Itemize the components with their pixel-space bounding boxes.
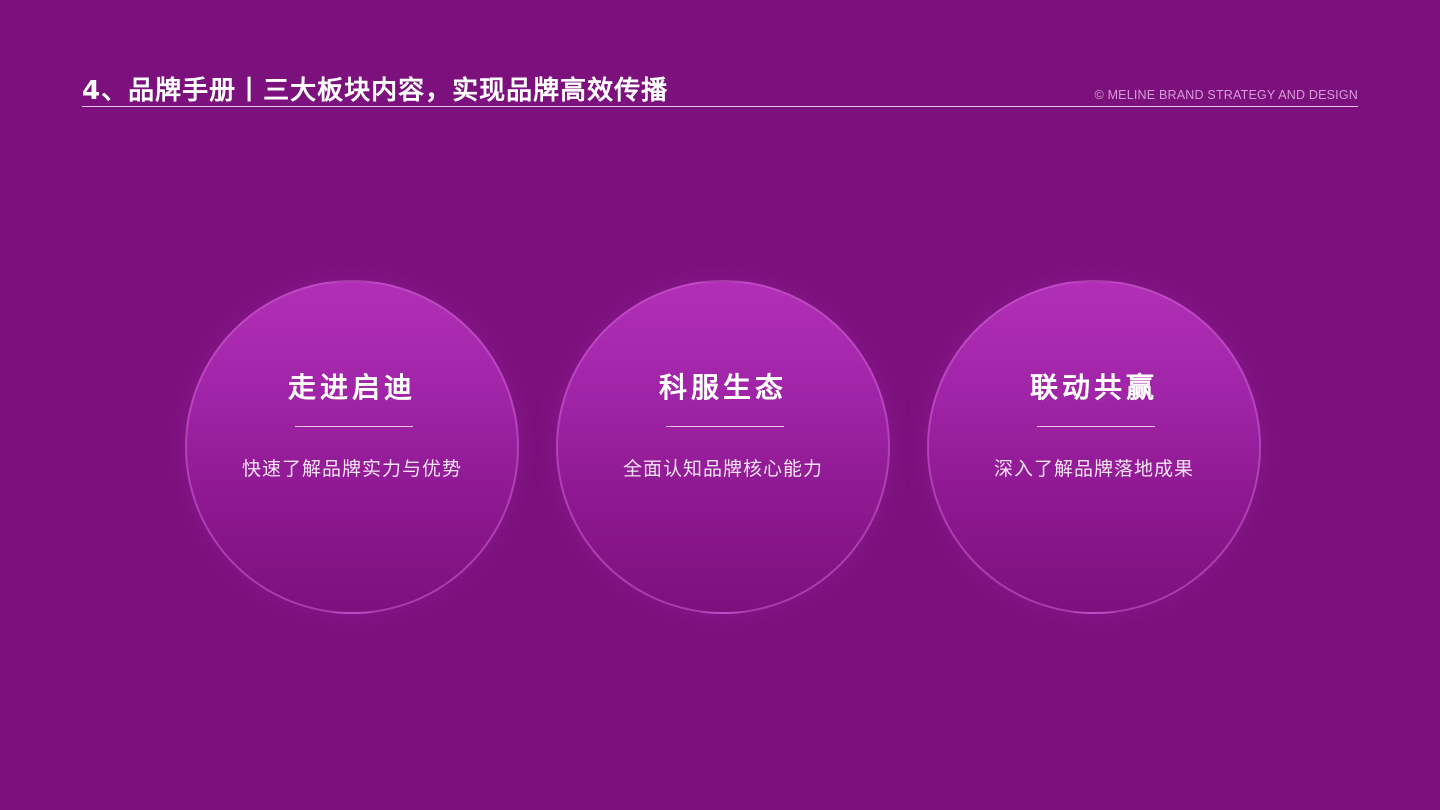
card-description: 全面认知品牌核心能力 (622, 458, 823, 480)
section-card-1: 走进启迪 快速了解品牌实力与优势 (185, 280, 519, 614)
card-title: 科服生态 (658, 371, 787, 404)
card-title: 联动共赢 (1029, 371, 1158, 404)
card-description: 深入了解品牌落地成果 (993, 458, 1194, 480)
section-card-3: 联动共赢 深入了解品牌落地成果 (927, 280, 1261, 614)
header: 4、品牌手册丨三大板块内容，实现品牌高效传播 © MELINE BRAND ST… (82, 68, 1358, 108)
card-description: 快速了解品牌实力与优势 (241, 458, 462, 480)
card-divider (1037, 426, 1155, 427)
card-divider (295, 426, 413, 427)
card-title: 走进启迪 (287, 371, 416, 404)
copyright-text: © MELINE BRAND STRATEGY AND DESIGN (1094, 88, 1358, 102)
card-divider (666, 426, 784, 427)
section-card-2: 科服生态 全面认知品牌核心能力 (556, 280, 890, 614)
page-title: 4、品牌手册丨三大板块内容，实现品牌高效传播 (82, 76, 669, 106)
header-divider (82, 106, 1358, 107)
